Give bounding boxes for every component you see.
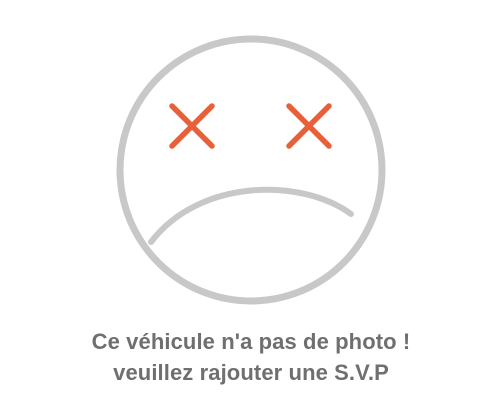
sad-mouth bbox=[148, 186, 354, 245]
right-eye-x-icon bbox=[286, 103, 332, 149]
message-line-2: veuillez rajouter une S.V.P bbox=[113, 360, 389, 385]
left-eye-x-icon bbox=[169, 103, 215, 149]
face-outline bbox=[116, 35, 386, 305]
no-photo-placeholder: Ce véhicule n'a pas de photo ! veuillez … bbox=[0, 0, 502, 411]
no-photo-message: Ce véhicule n'a pas de photo ! veuillez … bbox=[0, 326, 502, 388]
message-line-1: Ce véhicule n'a pas de photo ! bbox=[91, 329, 411, 354]
